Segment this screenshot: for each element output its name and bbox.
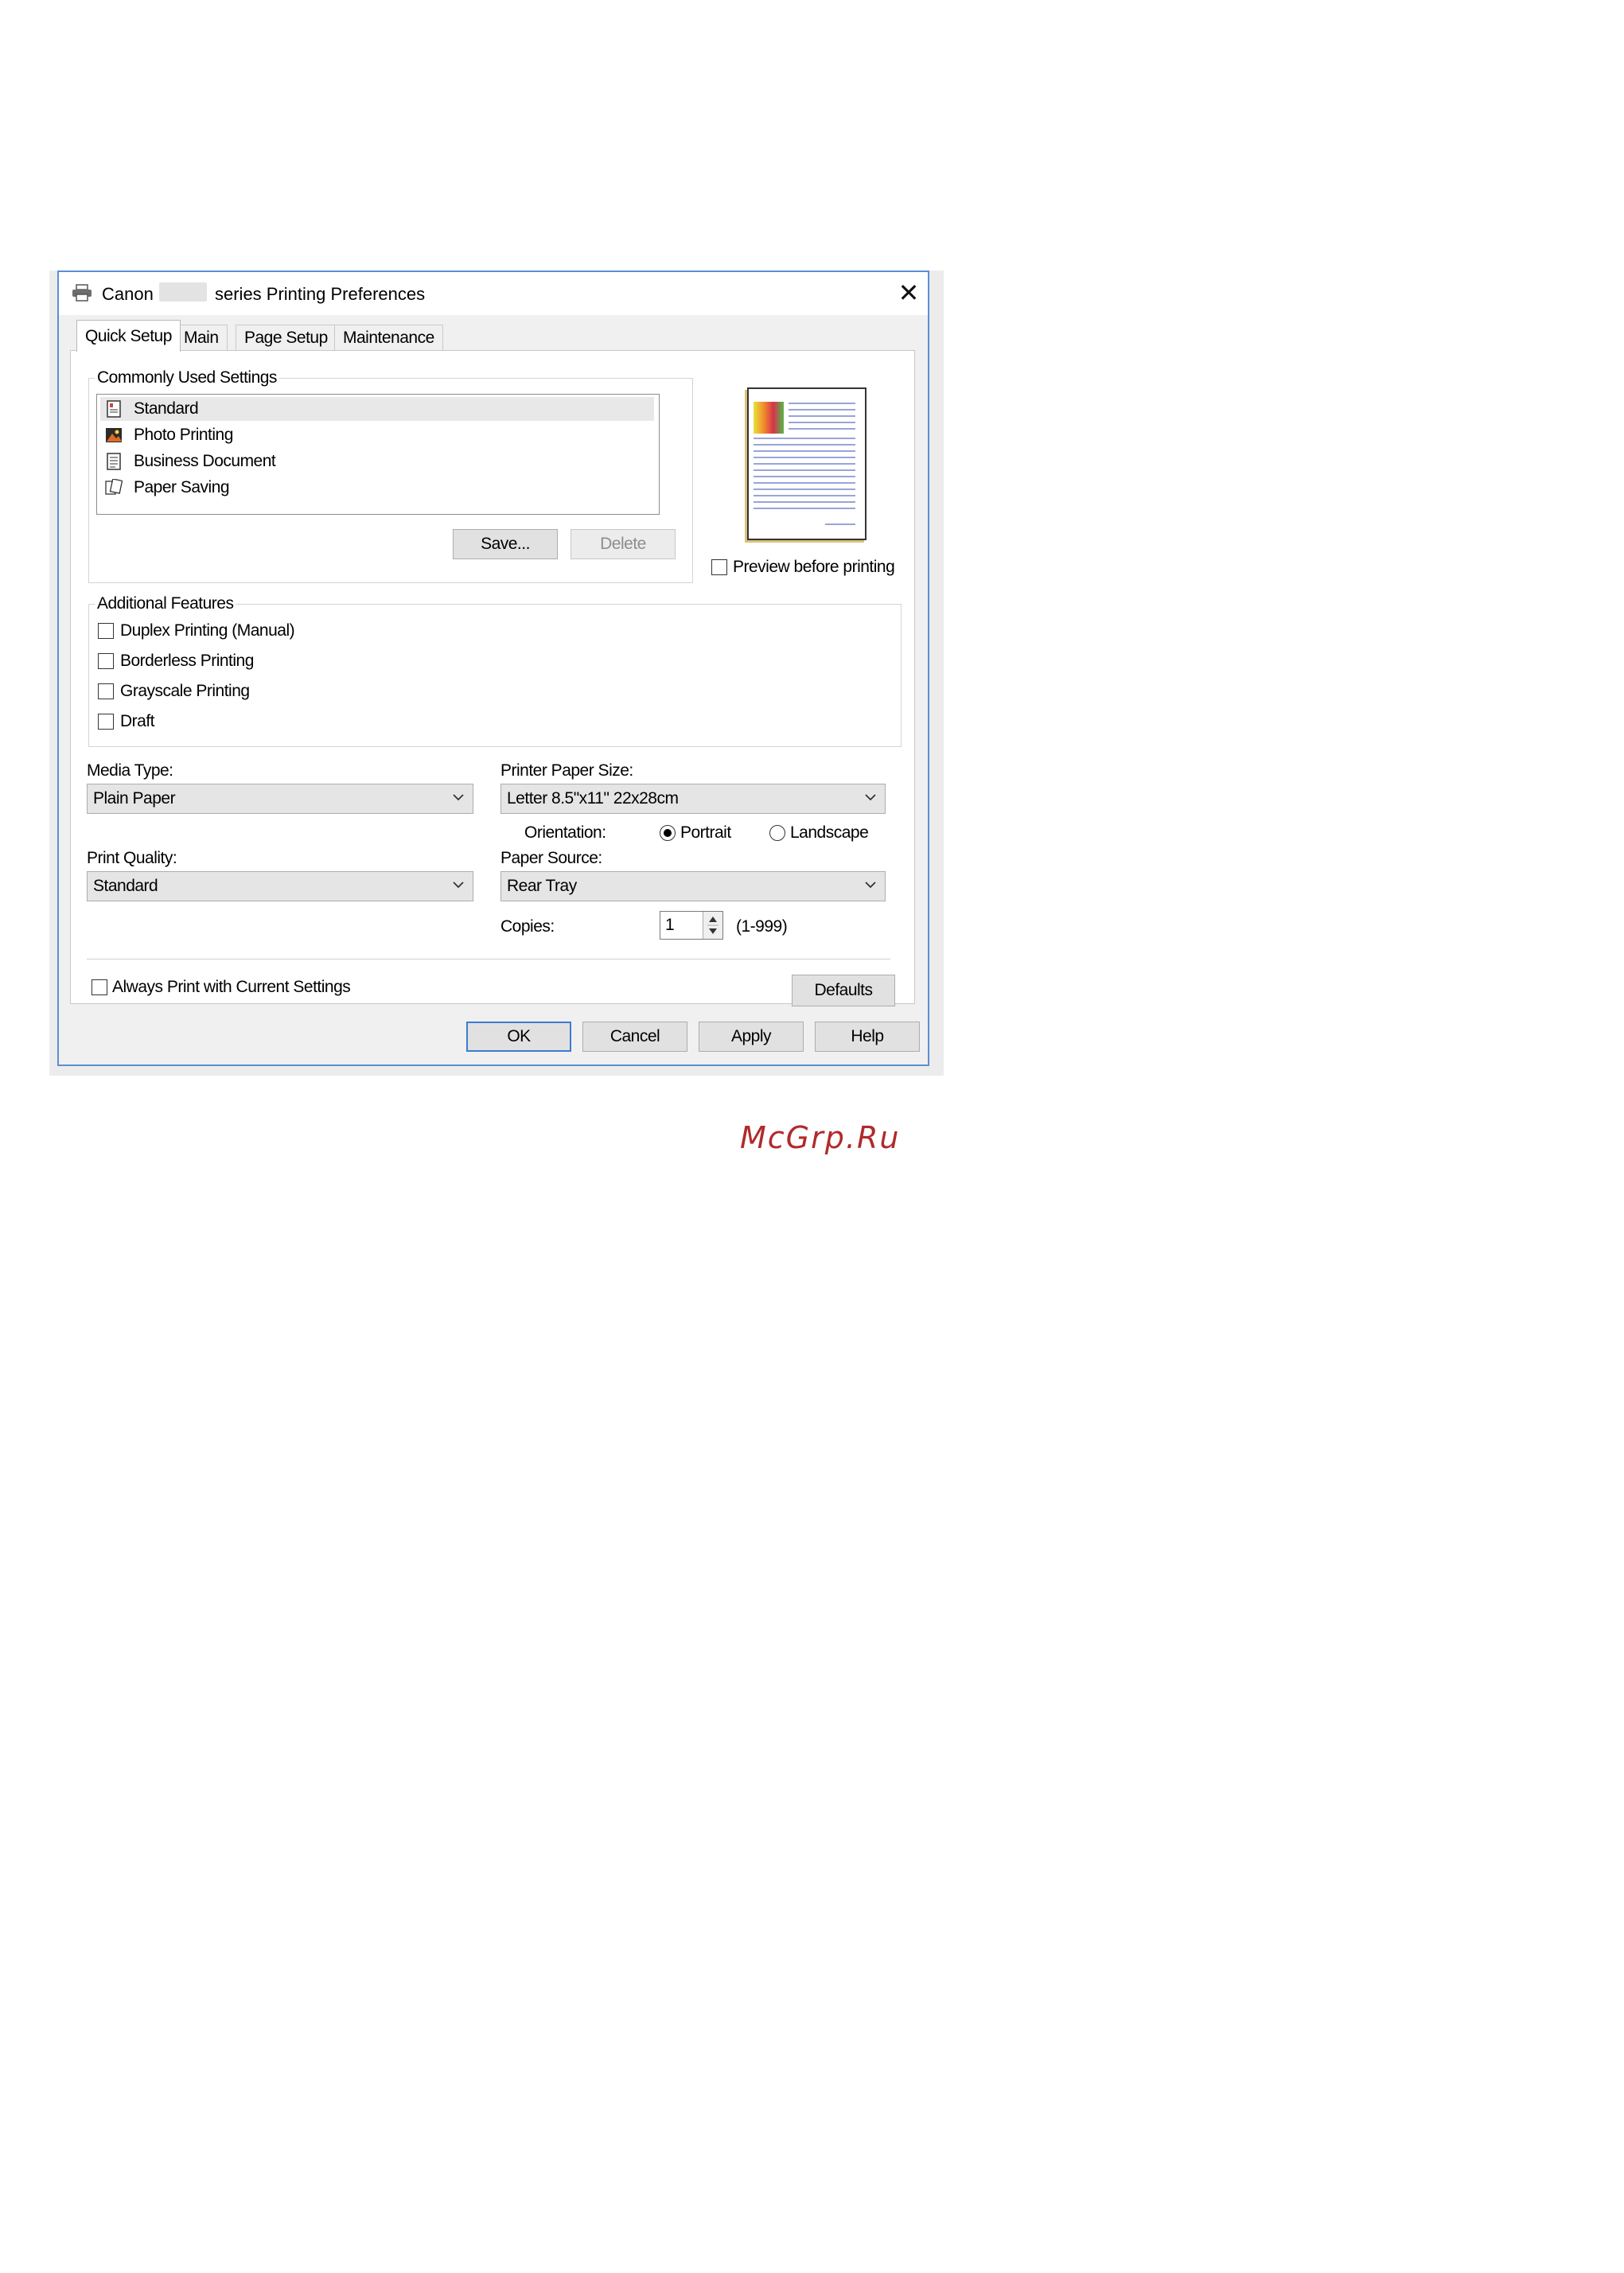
additional-features-label: Additional Features: [95, 594, 236, 613]
chevron-down-icon: [453, 882, 464, 889]
duplex-printing-label: Duplex Printing (Manual): [120, 621, 295, 640]
delete-button[interactable]: Delete: [571, 529, 676, 559]
paper-source-label: Paper Source:: [500, 849, 602, 867]
tab-maintenance[interactable]: Maintenance: [334, 325, 443, 350]
portrait-radio[interactable]: [660, 825, 676, 841]
commonly-used-settings-list[interactable]: Standard Photo Printing Business Documen…: [96, 394, 660, 515]
page-preview-graphic: [754, 402, 855, 525]
list-item-paper-saving[interactable]: Paper Saving: [100, 476, 654, 500]
preview-before-printing-checkbox[interactable]: [711, 559, 727, 575]
watermark-text: McGrp.Ru: [740, 1120, 901, 1155]
standard-doc-icon: [107, 400, 121, 418]
printer-paper-size-label: Printer Paper Size:: [500, 761, 633, 780]
page-preview: [747, 387, 867, 540]
borderless-printing-checkbox[interactable]: [98, 653, 114, 669]
copies-spinner[interactable]: [703, 912, 722, 939]
always-print-current-settings-checkbox[interactable]: [92, 979, 107, 995]
tab-page-setup[interactable]: Page Setup: [236, 325, 337, 350]
media-type-value: Plain Paper: [93, 789, 176, 808]
quick-setup-panel: Commonly Used Settings Standard Photo Pr…: [70, 350, 915, 1006]
save-button[interactable]: Save...: [453, 529, 558, 559]
chevron-down-icon: [865, 794, 876, 801]
print-quality-value: Standard: [93, 877, 158, 895]
paper-source-select[interactable]: Rear Tray: [500, 871, 886, 901]
apply-button[interactable]: Apply: [699, 1022, 804, 1052]
draft-checkbox[interactable]: [98, 714, 114, 730]
draft-label: Draft: [120, 712, 155, 730]
list-item-label: Business Document: [134, 452, 276, 470]
list-item-photo-printing[interactable]: Photo Printing: [100, 423, 654, 447]
printer-paper-size-value: Letter 8.5"x11" 22x28cm: [507, 789, 679, 808]
always-print-current-settings-label: Always Print with Current Settings: [112, 978, 351, 996]
copies-input[interactable]: 1: [660, 911, 723, 940]
window-title-brand: Canon: [102, 284, 154, 304]
printer-icon: [72, 284, 92, 302]
copies-value: 1: [665, 916, 675, 934]
title-bar: Canon series Printing Preferences ✕: [59, 272, 928, 315]
ok-button[interactable]: OK: [466, 1022, 571, 1052]
printer-paper-size-select[interactable]: Letter 8.5"x11" 22x28cm: [500, 784, 886, 814]
spinner-arrows-icon: [707, 917, 719, 934]
landscape-label: Landscape: [790, 823, 869, 842]
portrait-label: Portrait: [680, 823, 731, 842]
borderless-printing-label: Borderless Printing: [120, 652, 254, 670]
paper-source-value: Rear Tray: [507, 877, 577, 895]
print-quality-label: Print Quality:: [87, 849, 177, 867]
copies-range: (1-999): [736, 917, 788, 936]
grayscale-printing-label: Grayscale Printing: [120, 682, 250, 700]
business-document-icon: [107, 453, 121, 470]
media-type-label: Media Type:: [87, 761, 173, 780]
printing-preferences-dialog: Canon series Printing Preferences ✕ Quic…: [57, 271, 929, 1066]
list-item-label: Photo Printing: [134, 426, 233, 444]
chevron-down-icon: [453, 794, 464, 801]
tab-main[interactable]: Main: [175, 325, 228, 350]
cancel-button[interactable]: Cancel: [582, 1022, 687, 1052]
paper-saving-icon: [105, 479, 123, 495]
orientation-label: Orientation:: [524, 823, 606, 842]
copies-label: Copies:: [500, 917, 555, 936]
list-item-label: Paper Saving: [134, 478, 230, 496]
commonly-used-settings-label: Commonly Used Settings: [95, 368, 279, 387]
help-button[interactable]: Help: [815, 1022, 920, 1052]
chevron-down-icon: [865, 882, 876, 889]
window-title: series Printing Preferences: [215, 284, 426, 304]
preview-before-printing-label: Preview before printing: [733, 558, 895, 576]
landscape-radio[interactable]: [769, 825, 785, 841]
media-type-select[interactable]: Plain Paper: [87, 784, 473, 814]
photo-icon: [106, 428, 122, 442]
list-item-business-document[interactable]: Business Document: [100, 450, 654, 473]
print-quality-select[interactable]: Standard: [87, 871, 473, 901]
redacted-model-name: [159, 282, 207, 302]
tab-quick-setup[interactable]: Quick Setup: [76, 320, 181, 352]
grayscale-printing-checkbox[interactable]: [98, 683, 114, 699]
list-item-standard[interactable]: Standard: [100, 397, 654, 421]
list-item-label: Standard: [134, 399, 199, 418]
close-icon[interactable]: ✕: [894, 278, 923, 307]
duplex-printing-checkbox[interactable]: [98, 623, 114, 639]
defaults-button[interactable]: Defaults: [792, 975, 895, 1006]
